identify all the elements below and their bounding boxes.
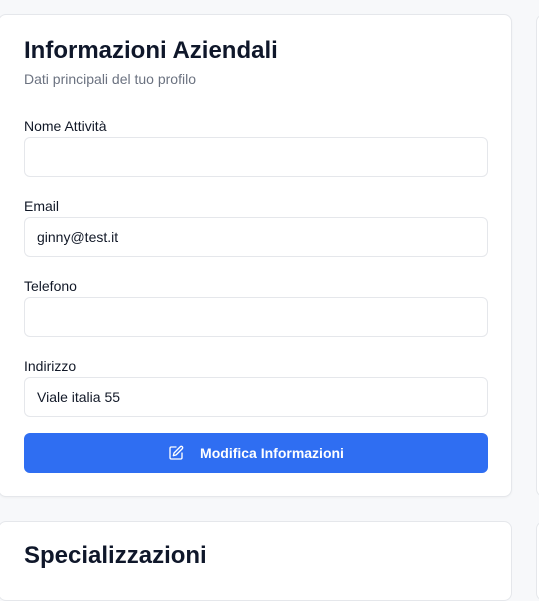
edit-icon	[168, 445, 184, 461]
business-name-label: Nome Attività	[24, 118, 107, 134]
edit-button-label: Modifica Informazioni	[200, 445, 344, 461]
card-title: Informazioni Aziendali	[24, 37, 278, 64]
email-input[interactable]	[24, 217, 488, 257]
phone-label: Telefono	[24, 278, 77, 294]
card-subtitle: Dati principali del tuo profilo	[24, 71, 196, 87]
address-input[interactable]	[24, 377, 488, 417]
address-label: Indirizzo	[24, 358, 77, 374]
email-label: Email	[24, 198, 60, 214]
edit-info-button[interactable]: Modifica Informazioni	[24, 433, 488, 473]
phone-input[interactable]	[24, 297, 488, 337]
business-name-input[interactable]	[24, 137, 488, 177]
specializations-title: Specializzazioni	[24, 542, 207, 569]
